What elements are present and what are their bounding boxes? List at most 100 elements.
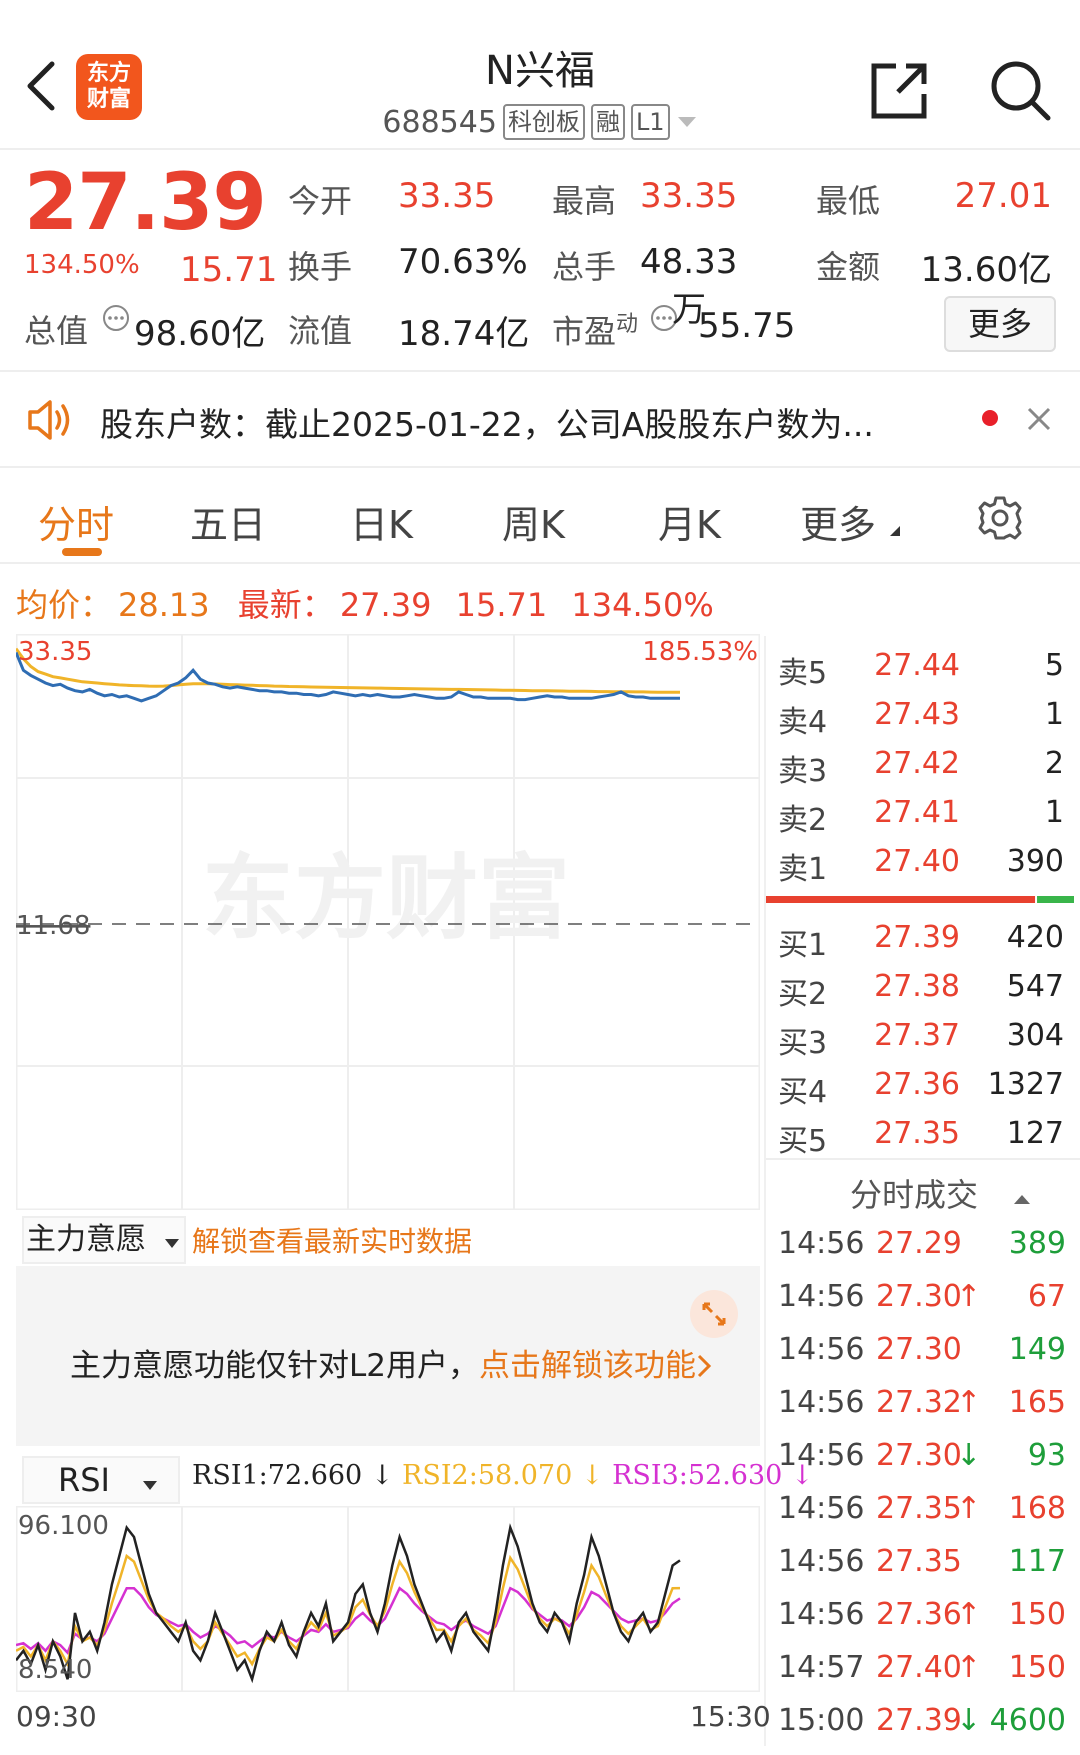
- notice-text[interactable]: 股东户数：截止2025-01-22，公司A股股东户数为...: [100, 398, 874, 446]
- pe-sup: 动: [616, 312, 639, 337]
- tick-time: 14:56: [778, 1438, 865, 1473]
- unlock-realtime-link[interactable]: 解锁查看最新实时数据: [192, 1220, 472, 1260]
- unread-dot: [982, 410, 998, 426]
- tick-volume: 389: [1008, 1226, 1066, 1261]
- tick-direction-icon: ↑: [956, 1279, 982, 1314]
- tab-five-day[interactable]: 五日: [190, 494, 266, 549]
- tab-weekly-k[interactable]: 周K: [502, 494, 565, 549]
- order-price: 27.42: [874, 746, 960, 781]
- tick-direction-icon: ↑: [956, 1650, 982, 1685]
- tick-direction-icon: ↓: [956, 1703, 982, 1738]
- logo-line2: 财富: [86, 87, 131, 112]
- quote-label: 换手: [288, 248, 353, 286]
- ask-ratio-segment: [1037, 896, 1074, 903]
- tick-price: 27.39: [876, 1703, 962, 1738]
- order-level-label: 卖3: [778, 754, 828, 789]
- order-level-label: 买1: [778, 928, 828, 963]
- zhuli-select[interactable]: 主力意愿: [22, 1216, 186, 1264]
- settings-gear-icon[interactable]: [976, 494, 1024, 542]
- tick-price: 27.30: [876, 1438, 962, 1473]
- order-level-label: 买2: [778, 977, 828, 1012]
- quote-label: 最高: [552, 182, 617, 220]
- tick-volume: 149: [1008, 1332, 1066, 1367]
- intraday-chart[interactable]: 东方财富 33.35 185.53% 11.68: [16, 634, 760, 1210]
- avg-label: 均价：: [16, 586, 113, 624]
- expand-icon[interactable]: [690, 1290, 738, 1338]
- search-icon[interactable]: [988, 58, 1052, 122]
- app-logo: 东方 财富: [76, 54, 142, 120]
- tick-time: 14:56: [778, 1544, 865, 1579]
- tick-time: 14:56: [778, 1226, 865, 1261]
- tick-time: 14:56: [778, 1279, 865, 1314]
- order-price: 27.36: [874, 1067, 960, 1102]
- latest-change-pct: 134.50%: [571, 586, 714, 624]
- tick-volume: 168: [1008, 1491, 1066, 1526]
- rsi3-label: RSI3:52.630: [612, 1460, 783, 1491]
- active-tab-indicator: [62, 548, 102, 556]
- info-icon[interactable]: [102, 304, 130, 332]
- change-amount: 15.71: [180, 250, 278, 290]
- caret-up-icon: [1014, 1195, 1031, 1204]
- order-volume: 304: [1006, 1018, 1064, 1053]
- tick-direction-icon: ↑: [956, 1597, 982, 1632]
- more-button[interactable]: 更多: [944, 296, 1056, 352]
- indicator-select[interactable]: RSI: [22, 1456, 180, 1504]
- order-level-label: 买3: [778, 1026, 828, 1061]
- tick-volume: 67: [1027, 1279, 1066, 1314]
- rsi2-down-icon: ↓: [572, 1460, 613, 1491]
- back-arrow-icon[interactable]: [22, 58, 62, 114]
- bid-ask-ratio-bar: [766, 896, 1074, 903]
- bid-ratio-segment: [766, 896, 1036, 903]
- tab-more[interactable]: 更多: [800, 494, 876, 549]
- ticks-header-label: 分时成交: [850, 1176, 979, 1214]
- order-volume: 2: [1044, 746, 1064, 781]
- tick-volume: 117: [1008, 1544, 1066, 1579]
- quote-label: 金额: [816, 248, 881, 286]
- tick-direction-icon: ↑: [956, 1385, 982, 1420]
- rsi-chart[interactable]: 96.100 8.540: [16, 1506, 760, 1692]
- tab-daily-k[interactable]: 日K: [350, 494, 413, 549]
- float-cap-label: 流值: [288, 312, 353, 350]
- stock-code-row[interactable]: 688545 科创板 融 L1: [300, 100, 780, 144]
- tab-monthly-k[interactable]: 月K: [658, 494, 721, 549]
- chart-watermark: 东方财富: [202, 844, 570, 952]
- tick-volume: 150: [1008, 1650, 1066, 1685]
- rsi1-down-icon: ↓: [362, 1460, 403, 1491]
- share-icon[interactable]: [868, 58, 932, 122]
- ticks-header[interactable]: 分时成交: [850, 1170, 1032, 1216]
- tick-price: 27.40: [876, 1650, 962, 1685]
- order-volume: 420: [1006, 920, 1064, 955]
- quote-value: 33.35: [640, 176, 738, 216]
- y-max-pct-label: 185.53%: [642, 637, 758, 667]
- tick-price: 27.35: [876, 1491, 962, 1526]
- tick-time: 14:57: [778, 1650, 865, 1685]
- quote-value: 13.60亿: [920, 250, 1052, 290]
- order-volume: 547: [1006, 969, 1064, 1004]
- tick-time: 15:00: [778, 1703, 865, 1738]
- rsi-values: RSI1:72.660 ↓ RSI2:58.070 ↓ RSI3:52.630 …: [192, 1460, 814, 1491]
- tick-time: 14:56: [778, 1385, 865, 1420]
- tick-price: 27.29: [876, 1226, 962, 1261]
- order-price: 27.40: [874, 844, 960, 879]
- pe-value: 55.75: [698, 306, 796, 346]
- column-divider: [764, 636, 766, 1746]
- quote-label: 最低: [816, 182, 881, 220]
- avg-value: 28.13: [118, 586, 210, 624]
- stock-name: N兴福: [485, 48, 595, 94]
- float-cap-value: 18.74亿: [398, 314, 530, 354]
- level-tag: L1: [630, 104, 670, 140]
- tick-time: 14:56: [778, 1597, 865, 1632]
- unlock-feature-link[interactable]: 点击解锁该功能: [479, 1348, 696, 1384]
- rsi2-label: RSI2:58.070: [402, 1460, 573, 1491]
- caret-down-icon: [164, 1239, 179, 1248]
- tab-intraday[interactable]: 分时: [38, 494, 114, 549]
- close-icon[interactable]: [1026, 406, 1052, 432]
- corner-triangle-icon: [890, 526, 900, 536]
- change-percent: 134.50%: [24, 250, 140, 280]
- order-price: 27.35: [874, 1116, 960, 1151]
- tick-price: 27.30: [876, 1279, 962, 1314]
- order-price: 27.38: [874, 969, 960, 1004]
- quote-label: 今开: [288, 182, 353, 220]
- order-volume: 1327: [987, 1067, 1064, 1102]
- tick-volume: 4600: [989, 1703, 1066, 1738]
